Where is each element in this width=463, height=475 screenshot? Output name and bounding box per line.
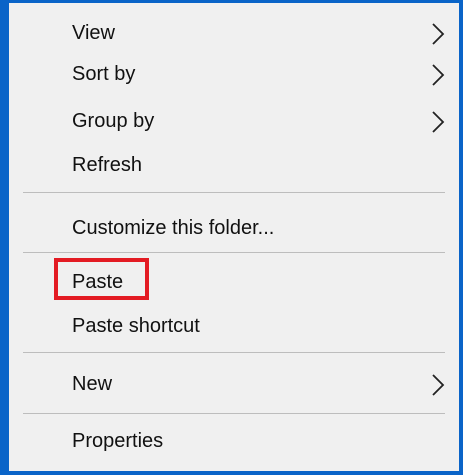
menu-separator bbox=[23, 192, 445, 193]
context-menu: View Sort by Group by Refresh Customize … bbox=[9, 3, 459, 471]
menu-item-new[interactable]: New bbox=[9, 363, 459, 407]
menu-item-paste-shortcut-label: Paste shortcut bbox=[72, 315, 200, 338]
menu-separator bbox=[23, 413, 445, 414]
chevron-right-icon bbox=[432, 23, 445, 45]
menu-item-sort-by-label: Sort by bbox=[72, 63, 136, 86]
menu-item-properties[interactable]: Properties bbox=[9, 420, 459, 464]
chevron-right-icon bbox=[432, 111, 445, 133]
menu-item-sort-by[interactable]: Sort by bbox=[9, 53, 459, 97]
menu-separator bbox=[23, 252, 445, 253]
chevron-right-icon bbox=[432, 64, 445, 86]
menu-item-view-label: View bbox=[72, 22, 115, 45]
chevron-right-icon bbox=[432, 374, 445, 396]
menu-item-refresh-label: Refresh bbox=[72, 154, 143, 177]
menu-item-view[interactable]: View bbox=[9, 12, 459, 56]
menu-item-customize-folder-label: Customize this folder... bbox=[72, 217, 275, 240]
menu-item-properties-label: Properties bbox=[72, 430, 164, 453]
menu-item-group-by-label: Group by bbox=[72, 110, 155, 133]
menu-item-new-label: New bbox=[72, 373, 113, 396]
paste-highlight-box bbox=[54, 258, 149, 300]
menu-separator bbox=[23, 352, 445, 353]
menu-item-paste-shortcut[interactable]: Paste shortcut bbox=[9, 305, 459, 349]
menu-item-group-by[interactable]: Group by bbox=[9, 100, 459, 144]
menu-item-refresh[interactable]: Refresh bbox=[9, 144, 459, 188]
menu-item-customize-folder[interactable]: Customize this folder... bbox=[9, 207, 459, 251]
